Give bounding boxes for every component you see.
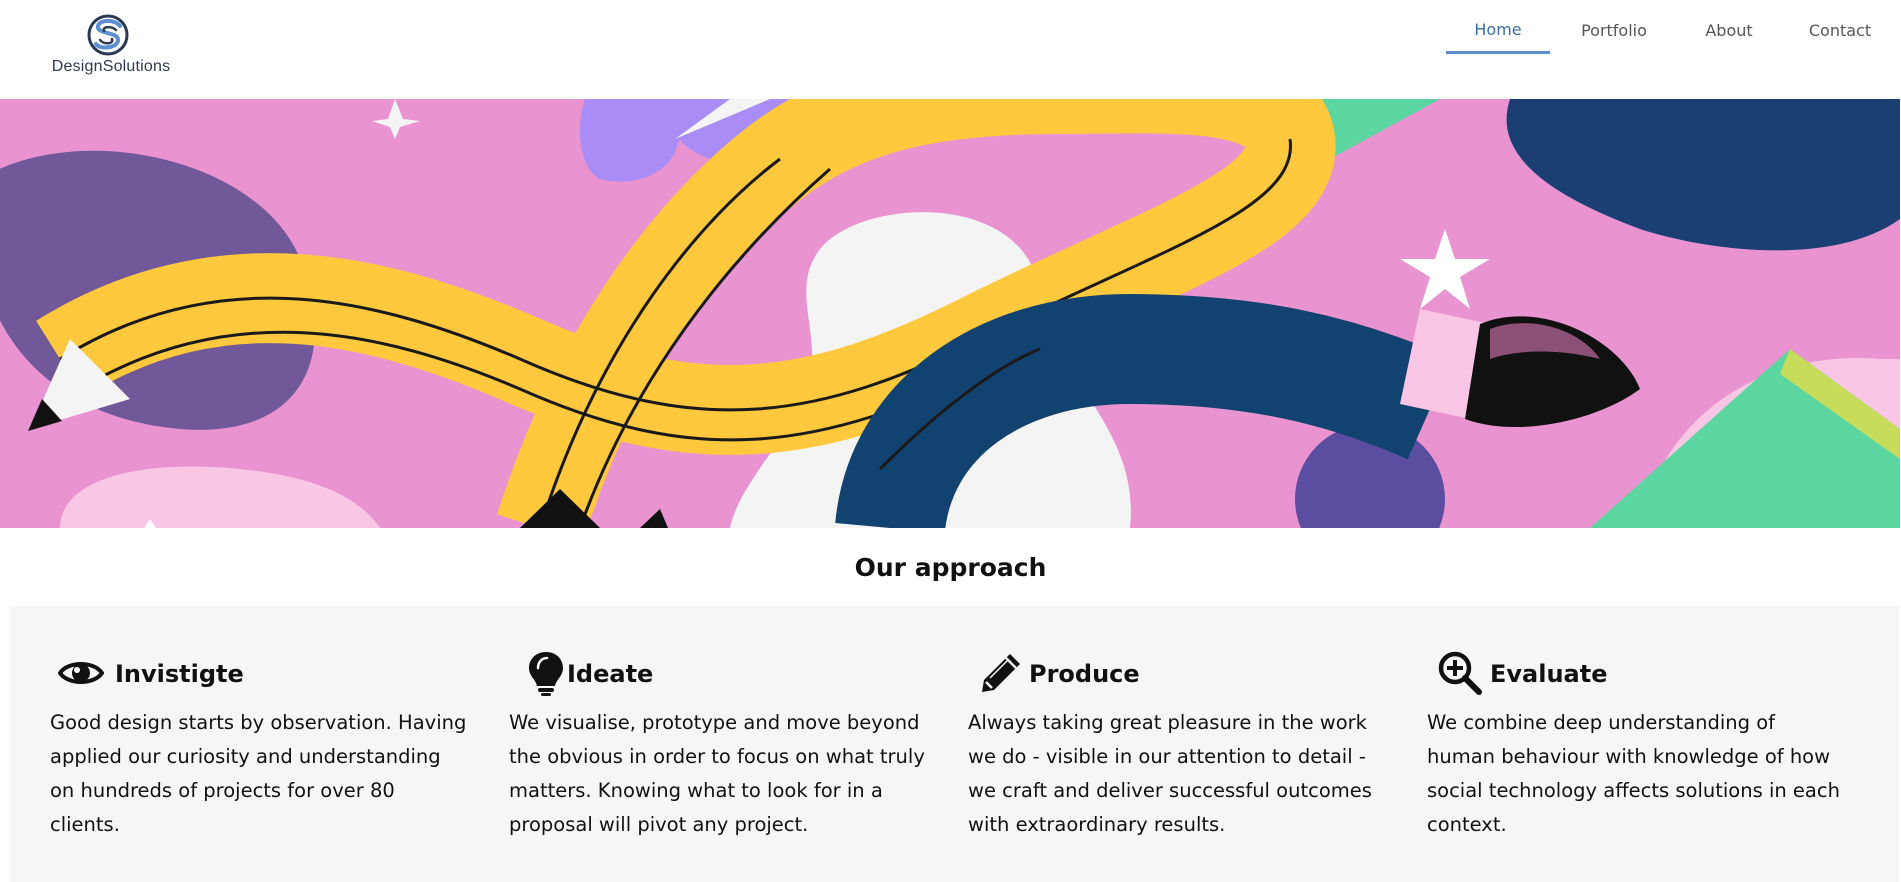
pencil-and-brush-illustration <box>0 99 1900 528</box>
nav-home[interactable]: Home <box>1446 20 1550 54</box>
card-text: We combine deep understanding of human b… <box>1427 711 1840 836</box>
lightbulb-icon <box>523 650 569 696</box>
approach-card-evaluate: Evaluate We combine deep understanding o… <box>1387 606 1840 882</box>
approach-card-ideate: Ideate We visualise, prototype and move … <box>469 606 925 882</box>
card-text: We visualise, prototype and move beyond … <box>509 711 925 836</box>
card-text: Always taking great pleasure in the work… <box>968 711 1372 836</box>
card-text: Good design starts by observation. Havin… <box>50 711 467 836</box>
pencil-icon <box>978 650 1024 696</box>
approach-heading: Our approach <box>854 553 1047 582</box>
card-title: Invistigte <box>115 660 244 688</box>
nav-portfolio[interactable]: Portfolio <box>1568 21 1660 55</box>
zoom-in-icon <box>1437 650 1483 696</box>
brand-logo[interactable]: DesignSolutions <box>46 14 176 78</box>
interlocked-s-logo-icon <box>87 14 129 56</box>
card-title: Evaluate <box>1490 660 1608 688</box>
brand-name: DesignSolutions <box>51 58 171 75</box>
eye-icon <box>57 650 105 696</box>
card-title: Ideate <box>567 660 654 688</box>
approach-cards: Invistigte Good design starts by observa… <box>10 606 1899 882</box>
hero-banner <box>0 99 1900 528</box>
approach-card-investigate: Invistigte Good design starts by observa… <box>10 606 466 882</box>
nav-about[interactable]: About <box>1684 21 1774 55</box>
site-header: DesignSolutions Home Portfolio About Con… <box>0 0 1901 99</box>
approach-card-produce: Produce Always taking great pleasure in … <box>928 606 1372 882</box>
card-title: Produce <box>1029 660 1140 688</box>
nav-active-indicator <box>1446 51 1550 54</box>
nav-contact[interactable]: Contact <box>1798 21 1882 55</box>
